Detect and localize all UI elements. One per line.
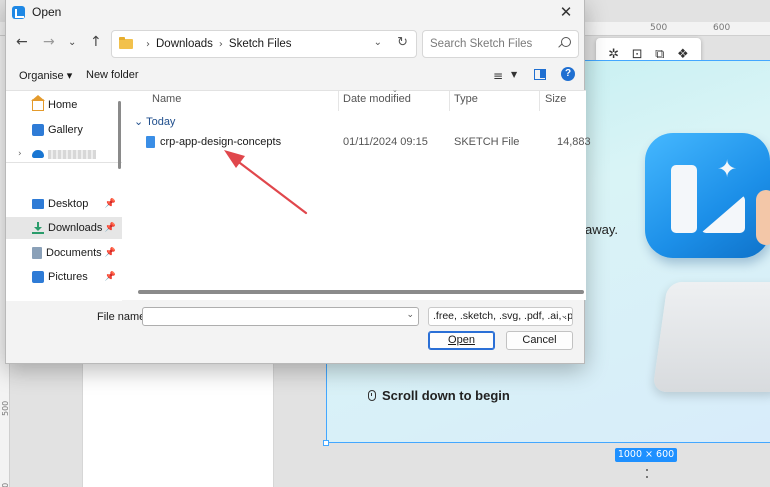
view-options-icon[interactable]: ≡ [493,69,503,83]
recent-locations-chevron-icon[interactable]: ⌄ [68,37,76,48]
nav-item-label: Documents [46,247,102,259]
nav-pane-scrollbar[interactable] [118,101,121,169]
onedrive-cloud-icon [32,150,44,158]
column-header-name[interactable]: Name [152,93,181,105]
ruler-mark: 600 [1,483,10,487]
layers-panel [82,360,274,487]
close-icon: ✕ [559,3,573,21]
chevron-down-icon[interactable]: ⌄ [406,310,414,320]
new-folder-button[interactable]: New folder [86,69,139,81]
column-divider[interactable] [539,91,540,111]
column-header-date-modified[interactable]: Date modified [343,93,411,105]
horizontal-scrollbar[interactable] [138,290,584,294]
pin-icon: 📌 [104,248,116,258]
scroll-hint-label: Scroll down to begin [382,388,510,403]
hand-illustration [756,190,770,245]
table-row[interactable]: crp-app-design-concepts 01/11/2024 09:15… [128,131,591,153]
nav-item-home[interactable]: Home [6,94,122,116]
search-icon [561,37,571,47]
cancel-button[interactable]: Cancel [506,331,573,350]
chevron-down-icon[interactable]: ⌄ [560,308,568,325]
preview-pane-icon[interactable] [534,69,546,80]
view-options-chevron-icon[interactable]: ▼ [511,70,517,79]
dialog-titlebar[interactable]: Open ✕ [6,0,584,24]
home-icon [31,95,45,111]
navigation-pane: Home Gallery › Desktop 📌 Downloads 📌 Doc… [6,91,122,301]
pin-icon: 📌 [104,199,116,209]
sketch-file-icon [146,136,155,148]
file-name-label: File name: [97,311,149,323]
nav-item-gallery[interactable]: Gallery [6,119,122,141]
pin-icon: 📌 [104,272,116,282]
file-type-filter-value: .free, .sketch, .svg, .pdf, .ai, .png, [433,310,573,322]
column-header-size[interactable]: Size [545,93,566,105]
resize-handle[interactable] [323,440,329,446]
scroll-hint: Scroll down to begin [368,388,510,403]
ruler-mark: 500 [650,23,668,33]
open-button[interactable]: Open [428,331,495,350]
nav-item-desktop[interactable]: Desktop 📌 [6,193,122,215]
refresh-icon[interactable]: ↻ [397,35,408,50]
breadcrumb-sketch-files[interactable]: Sketch Files [229,38,292,50]
forward-arrow-icon[interactable]: → [43,34,55,50]
file-name-input[interactable] [143,308,398,325]
redacted-account-name [48,149,96,159]
dialog-title: Open [32,5,62,19]
column-header-type[interactable]: Type [454,93,478,105]
column-divider[interactable] [449,91,450,111]
search-box[interactable] [422,30,579,58]
file-date: 01/11/2024 09:15 [343,136,428,148]
nav-item-label: Home [48,99,78,111]
app-icon [12,5,25,19]
nav-item-downloads[interactable]: Downloads 📌 [6,217,122,239]
downloads-icon [32,222,44,234]
ruler-mark: 500 [1,400,10,416]
mouse-icon [368,390,376,401]
help-icon[interactable]: ? [561,67,575,81]
column-divider[interactable] [338,91,339,111]
file-name: crp-app-design-concepts [160,136,282,148]
expand-chevron-icon[interactable]: › [18,149,22,159]
nav-item-label: Desktop [48,198,89,210]
documents-icon [32,247,42,259]
command-bar: Organise ▾ New folder ≡ ▼ ? [6,66,586,86]
search-input[interactable] [423,31,551,57]
address-history-chevron-icon[interactable]: ⌄ [374,37,382,48]
desktop-icon [32,199,44,209]
badge-dot [646,476,648,478]
badge-dot [646,469,648,471]
open-file-dialog: Open ✕ ← → ⌄ ↑ › Downloads › Sketch File… [5,0,591,364]
file-size: 14,883 [557,136,591,148]
laptop-illustration [652,282,770,392]
close-button[interactable]: ✕ [548,0,584,24]
address-bar[interactable]: › Downloads › Sketch Files ⌄ ↻ [111,30,417,58]
file-type: SKETCH File [454,136,520,148]
back-arrow-icon[interactable]: ← [16,34,28,50]
nav-item-label: Downloads [48,222,103,234]
pin-icon: 📌 [104,223,116,233]
breadcrumb-downloads[interactable]: Downloads [156,38,213,50]
nav-item-label: Gallery [48,124,83,136]
organise-menu-button[interactable]: Organise ▾ [19,69,72,82]
group-header-today[interactable]: ⌄ Today [134,115,175,128]
breadcrumb-separator-icon: › [146,38,150,50]
breadcrumb-separator-icon: › [218,38,223,50]
dialog-body: Home Gallery › Desktop 📌 Downloads 📌 Doc… [6,86,591,301]
nav-item-documents[interactable]: Documents 📌 [6,242,122,264]
app-logo-illustration: ✦ [645,133,770,258]
pictures-icon [32,271,44,283]
file-list: ⌄ Name Date modified Type Size ⌄ Today c… [128,86,591,301]
navigation-bar: ← → ⌄ ↑ › Downloads › Sketch Files ⌄ ↻ [6,30,586,58]
folder-icon [119,37,133,49]
frame-size-badge: 1000 × 600 [615,448,677,462]
nav-item-pictures[interactable]: Pictures 📌 [6,266,122,288]
file-name-combobox[interactable]: ⌄ [142,307,419,326]
file-type-filter[interactable]: .free, .sketch, .svg, .pdf, .ai, .png, ⌄ [428,307,573,326]
hero-text: away. [585,222,618,237]
ruler-mark: 600 [713,23,731,33]
gallery-icon [32,124,44,136]
nav-item-label: Pictures [48,271,88,283]
nav-divider [6,162,122,163]
up-arrow-icon[interactable]: ↑ [90,34,102,50]
